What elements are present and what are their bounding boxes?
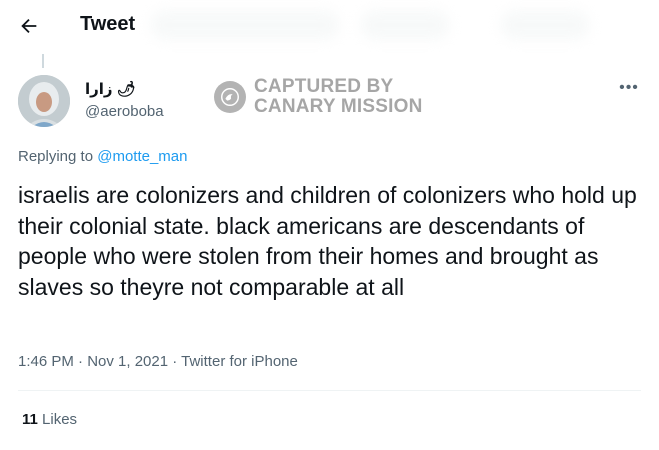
back-button[interactable] [16,13,42,39]
header-blur [360,10,450,40]
canary-mission-watermark: CAPTURED BY CANARY MISSION [214,77,423,117]
watermark-line2: CANARY MISSION [254,96,423,117]
header-blur [150,10,340,40]
tweet-text: israelis are colonizers and children of … [18,182,637,300]
thread-connector [42,54,44,68]
likes-count: 11 [22,411,38,428]
watermark-text: CAPTURED BY CANARY MISSION [254,77,423,117]
replying-to: Replying to @motte_man [18,148,187,165]
author-display-name[interactable]: زارا 🌶 [85,80,136,98]
tweet-page: Tweet زارا 🌶 @aeroboba CAPTURED BY CANAR… [0,0,659,450]
likes-link[interactable]: 11 Likes [22,411,77,428]
replying-to-label: Replying to [18,148,98,165]
divider [18,390,641,391]
user-avatar-icon [18,75,70,127]
more-options-button[interactable]: ••• [614,79,644,96]
author-handle[interactable]: @aeroboba [85,103,164,120]
header-blur [500,10,590,40]
arrow-left-icon [21,18,37,34]
reply-to-link[interactable]: @motte_man [97,148,187,165]
header-bar: Tweet [0,0,659,50]
watermark-line1: CAPTURED BY [254,76,394,97]
likes-label: Likes [37,411,78,428]
page-title: Tweet [80,13,136,35]
canary-bird-icon [214,81,246,113]
more-horizontal-icon: ••• [619,79,639,96]
tweet-timestamp[interactable]: 1:46 PM · Nov 1, 2021 · Twitter for iPho… [18,353,298,370]
avatar[interactable] [18,75,70,127]
